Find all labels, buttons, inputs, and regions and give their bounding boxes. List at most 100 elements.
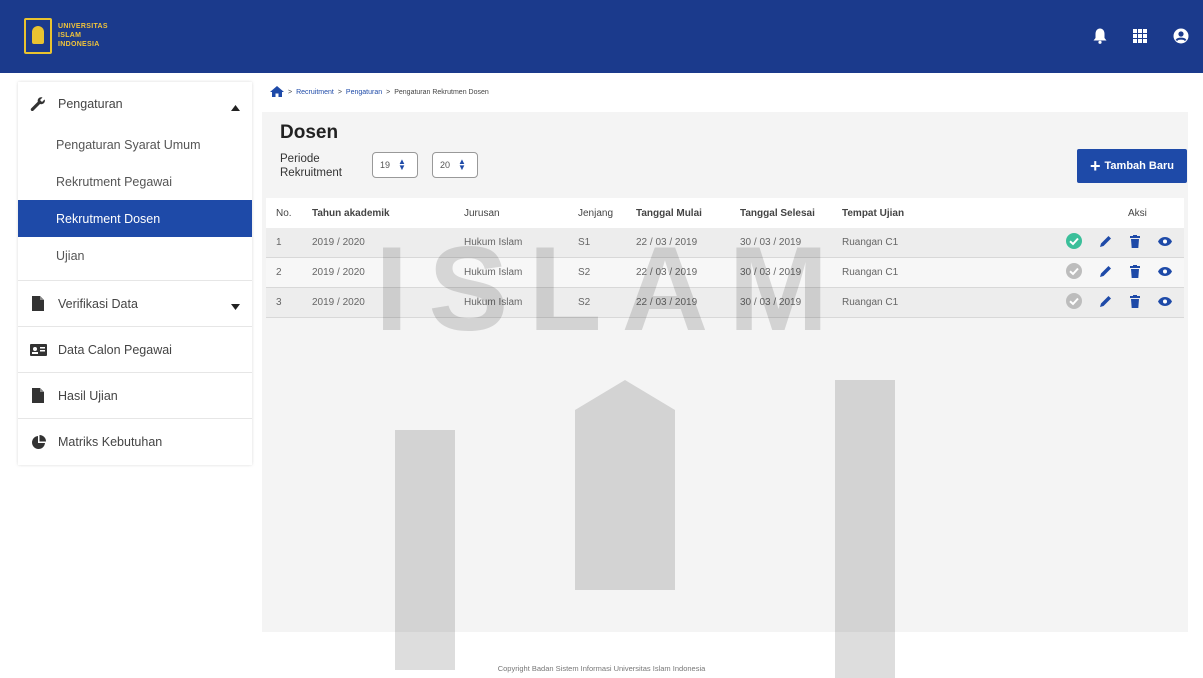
table-row[interactable]: 1 2019 / 2020 Hukum Islam S1 22 / 03 / 2…: [266, 228, 1184, 258]
table-row[interactable]: 3 2019 / 2020 Hukum Islam S2 22 / 03 / 2…: [266, 288, 1184, 318]
sidebar-group-pengaturan: Pengaturan Pengaturan Syarat Umum Rekrut…: [18, 82, 252, 281]
eye-view-icon[interactable]: [1158, 296, 1172, 309]
sidebar-subitem-rekrutment-dosen[interactable]: Rekrutment Dosen: [18, 200, 252, 237]
check-circle-icon[interactable]: [1066, 263, 1082, 282]
cell-tanggal-mulai: 22 / 03 / 2019: [636, 237, 698, 248]
periode-label: Periode Rekruitment: [280, 152, 360, 180]
edit-pencil-icon[interactable]: [1100, 295, 1112, 310]
sort-arrows-icon: ▲ ▼: [398, 157, 406, 172]
sidebar: Pengaturan Pengaturan Syarat Umum Rekrut…: [18, 82, 252, 465]
col-header-tanggal-selesai: Tanggal Selesai: [740, 207, 815, 219]
wrench-icon: [18, 96, 58, 112]
periode-start-value: 19: [380, 160, 391, 170]
home-icon[interactable]: [270, 86, 284, 99]
periode-end-select[interactable]: 20 ▲ ▼: [432, 152, 478, 178]
trash-icon[interactable]: [1130, 234, 1140, 251]
sidebar-item-label: Hasil Ujian: [58, 388, 118, 403]
cell-no: 3: [276, 297, 282, 308]
eye-view-icon[interactable]: [1158, 236, 1172, 249]
cell-no: 2: [276, 267, 282, 278]
logo-emblem-icon: [24, 18, 52, 54]
logo-line-3: INDONESIA: [58, 41, 100, 48]
cell-jurusan: Hukum Islam: [464, 297, 523, 308]
cell-tahun: 2019 / 2020: [312, 237, 365, 248]
breadcrumb-separator: >: [386, 89, 391, 96]
logo-line-1: UNIVERSITAS: [58, 23, 108, 30]
trash-icon[interactable]: [1130, 264, 1140, 281]
sidebar-subitem-pengaturan-syarat-umum[interactable]: Pengaturan Syarat Umum: [18, 126, 252, 163]
breadcrumb-recruitment[interactable]: Recruitment: [296, 89, 334, 96]
trash-icon[interactable]: [1130, 294, 1140, 311]
top-header: UNIVERSITAS ISLAM INDONESIA: [0, 0, 1203, 73]
edit-pencil-icon[interactable]: [1100, 235, 1112, 250]
col-header-tahun: Tahun akademik: [312, 207, 390, 219]
periode-end-value: 20: [440, 160, 451, 170]
eye-view-icon[interactable]: [1158, 266, 1172, 279]
sidebar-subitem-ujian[interactable]: Ujian: [18, 237, 252, 274]
table-header: No. Tahun akademik Jurusan Jenjang Tangg…: [266, 198, 1184, 228]
cell-tempat-ujian: Ruangan C1: [842, 297, 899, 308]
check-circle-icon[interactable]: [1066, 233, 1082, 252]
cell-tanggal-selesai: 30 / 03 / 2019: [740, 237, 802, 248]
cell-no: 1: [276, 237, 282, 248]
cell-tahun: 2019 / 2020: [312, 267, 365, 278]
cell-tahun: 2019 / 2020: [312, 297, 365, 308]
col-header-aksi: Aksi: [1128, 207, 1147, 219]
id-card-icon: [18, 343, 58, 356]
cell-jurusan: Hukum Islam: [464, 267, 523, 278]
cell-tanggal-selesai: 30 / 03 / 2019: [740, 267, 802, 278]
cell-tanggal-mulai: 22 / 03 / 2019: [636, 297, 698, 308]
periode-start-select[interactable]: 19 ▲ ▼: [372, 152, 418, 178]
sidebar-item-label: Matriks Kebutuhan: [58, 435, 163, 449]
breadcrumb: > Recruitment > Pengaturan > Pengaturan …: [270, 86, 489, 99]
table-row[interactable]: 2 2019 / 2020 Hukum Islam S2 22 / 03 / 2…: [266, 258, 1184, 288]
sidebar-item-hasil-ujian[interactable]: Hasil Ujian: [18, 373, 252, 419]
caret-down-icon[interactable]: [231, 299, 240, 313]
sidebar-item-label: Pengaturan: [58, 97, 123, 111]
row-actions: [990, 293, 1184, 312]
periode-label-text: Periode Rekruitment: [280, 153, 342, 179]
user-circle-icon[interactable]: [1173, 28, 1189, 49]
caret-up-icon[interactable]: [231, 100, 240, 114]
page-title: Dosen: [280, 122, 339, 143]
content-card: [262, 112, 1188, 632]
breadcrumb-pengaturan[interactable]: Pengaturan: [346, 89, 382, 96]
edit-pencil-icon[interactable]: [1100, 265, 1112, 280]
sidebar-item-verifikasi-data[interactable]: Verifikasi Data: [18, 281, 252, 327]
logo-text: UNIVERSITAS ISLAM INDONESIA: [58, 22, 108, 49]
col-header-no: No.: [276, 207, 292, 219]
document-icon: [18, 388, 58, 403]
add-new-button[interactable]: + Tambah Baru: [1077, 149, 1187, 183]
cell-jenjang: S2: [578, 267, 591, 278]
sidebar-subitem-rekrutment-pegawai[interactable]: Rekrutment Pegawai: [18, 163, 252, 200]
sidebar-item-pengaturan[interactable]: Pengaturan: [18, 82, 252, 126]
cell-jurusan: Hukum Islam: [464, 237, 523, 248]
sidebar-item-data-calon-pegawai[interactable]: Data Calon Pegawai: [18, 327, 252, 373]
cell-tanggal-mulai: 22 / 03 / 2019: [636, 267, 698, 278]
breadcrumb-separator: >: [288, 89, 293, 96]
cell-jenjang: S1: [578, 237, 591, 248]
recruitment-table: No. Tahun akademik Jurusan Jenjang Tangg…: [266, 198, 1184, 318]
sort-arrows-icon: ▲ ▼: [458, 157, 466, 172]
cell-tanggal-selesai: 30 / 03 / 2019: [740, 297, 802, 308]
document-icon: [18, 296, 58, 311]
col-header-jurusan: Jurusan: [464, 207, 500, 219]
col-header-tempat-ujian: Tempat Ujian: [842, 207, 905, 219]
sidebar-item-label: Data Calon Pegawai: [58, 342, 172, 357]
col-header-jenjang: Jenjang: [578, 207, 614, 219]
sidebar-item-label: Verifikasi Data: [58, 296, 138, 311]
row-actions: [990, 263, 1184, 282]
sidebar-item-matriks-kebutuhan[interactable]: Matriks Kebutuhan: [18, 419, 252, 465]
bell-icon[interactable]: [1093, 28, 1107, 49]
cell-tempat-ujian: Ruangan C1: [842, 237, 899, 248]
university-logo[interactable]: UNIVERSITAS ISLAM INDONESIA: [24, 18, 108, 54]
pie-chart-icon: [18, 434, 58, 450]
footer-copyright: Copyright Badan Sistem Informasi Univers…: [497, 664, 706, 673]
col-header-tanggal-mulai: Tanggal Mulai: [636, 207, 702, 219]
breadcrumb-separator: >: [337, 89, 342, 96]
cell-jenjang: S2: [578, 297, 591, 308]
apps-grid-icon[interactable]: [1133, 29, 1147, 48]
add-new-label: Tambah Baru: [1104, 160, 1174, 172]
check-circle-icon[interactable]: [1066, 293, 1082, 312]
header-actions: [1093, 28, 1189, 49]
